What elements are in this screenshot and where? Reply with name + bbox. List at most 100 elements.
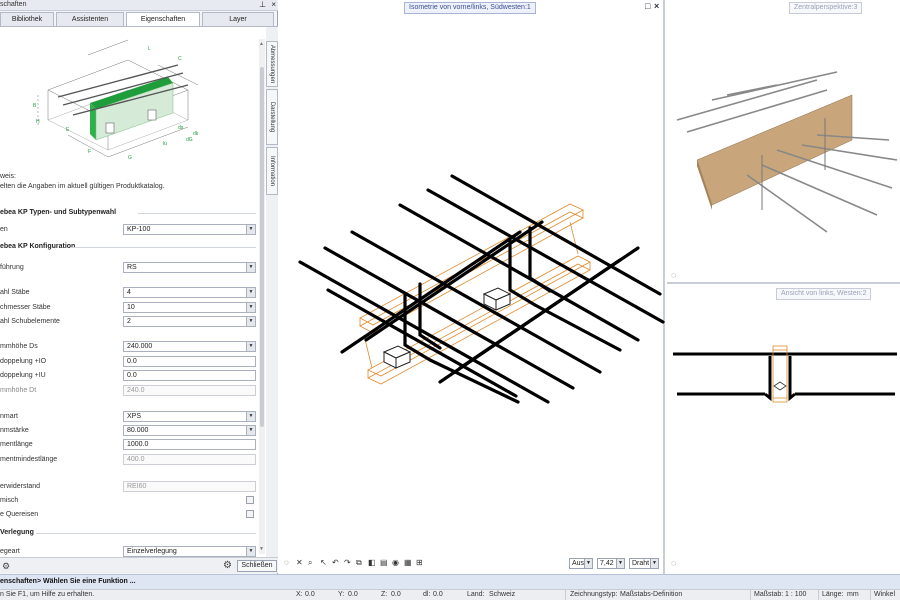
scroll-down-icon[interactable]: ▼ xyxy=(259,546,264,552)
close-icon[interactable]: × xyxy=(654,1,659,11)
dammisch-checkbox[interactable] xyxy=(246,496,254,504)
durchmesser-value: 10 xyxy=(127,304,135,311)
product-preview-image: A B C dk dG E F G H L lü ds xyxy=(33,39,199,161)
dammhoehe-dt-label: mmhöhe Dt xyxy=(0,387,37,394)
side-tab-label: Abmessungen xyxy=(269,44,275,84)
perspective-drawing[interactable] xyxy=(667,0,900,284)
dammhoehe-dt-input: 240.0 xyxy=(123,385,256,396)
mindestlaenge-input: 400.0 xyxy=(123,454,256,465)
elementlaenge-input[interactable]: 1000.0 xyxy=(123,439,256,450)
close-button[interactable]: Schließen xyxy=(237,560,277,572)
verlegeart-select[interactable]: Einzelverlegung ▼ xyxy=(123,546,256,557)
status-y-label: Y: xyxy=(338,591,345,598)
side-tab-darstellung[interactable]: Darstellung xyxy=(266,89,278,145)
preview-label: dG xyxy=(186,137,193,143)
verlegeart-label: egeart xyxy=(0,548,20,555)
tab-assistenten[interactable]: Assistenten xyxy=(56,12,124,26)
tab-layer[interactable]: Layer xyxy=(202,12,274,26)
preview-label: G xyxy=(128,155,132,161)
properties-scrollbar[interactable]: ▲ ▼ xyxy=(259,39,265,554)
schubelemente-label: ahl Schubelemente xyxy=(0,318,60,325)
doppelung-io-input[interactable]: 0.0 xyxy=(123,356,256,367)
dammart-select[interactable]: XPS ▼ xyxy=(123,411,256,422)
status-scale-label: Maßstab: xyxy=(754,591,784,598)
status-dl-value: 0.0 xyxy=(433,591,443,598)
ausfuehrung-label: führung xyxy=(0,264,24,271)
dammhoehe-ds-select[interactable]: 240.000 ▼ xyxy=(123,341,256,352)
feuerwiderstand-input: REI60 xyxy=(123,481,256,492)
dammstaerke-select[interactable]: 80.000 ▼ xyxy=(123,425,256,436)
view-cube-icon[interactable]: ◧ xyxy=(368,558,376,567)
status-length-value[interactable]: mm xyxy=(847,591,859,598)
navigate-icon[interactable]: ◌ xyxy=(671,558,676,568)
copy-view-icon[interactable]: ⧉ xyxy=(356,558,362,568)
preview-label: lü xyxy=(163,141,167,147)
status-separator xyxy=(870,590,871,600)
type-select[interactable]: KP-100 ▼ xyxy=(123,224,256,235)
panel-title-bar: schaften ⊥ × xyxy=(0,0,278,11)
render-mode-dropdown[interactable]: Draht ▼ xyxy=(629,558,659,569)
zoom-icon[interactable]: ⌕ xyxy=(308,558,312,568)
ausfuehrung-select[interactable]: RS ▼ xyxy=(123,262,256,273)
render-icon[interactable]: ◉ xyxy=(392,558,399,567)
viewport-title: Ansicht von links, Westen:2 xyxy=(776,288,872,300)
redo-view-icon[interactable]: ↷ xyxy=(344,558,351,567)
command-bar: enschaften> Wählen Sie eine Funktion ... xyxy=(0,574,900,589)
grid-icon[interactable]: ⊞ xyxy=(416,558,423,567)
gear-icon[interactable]: ⚙ xyxy=(223,560,232,571)
status-help: n Sie F1, um Hilfe zu erhalten. xyxy=(0,591,95,598)
doppelung-iu-input[interactable]: 0.0 xyxy=(123,370,256,381)
status-length-label: Länge: xyxy=(822,591,844,598)
isometric-viewport[interactable]: Isometrie von vorne/links, Südwesten:1 □… xyxy=(280,0,665,574)
anzahl-staebe-select[interactable]: 4 ▼ xyxy=(123,287,256,298)
fit-icon[interactable]: ✕ xyxy=(296,558,303,567)
durchmesser-select[interactable]: 10 ▼ xyxy=(123,302,256,313)
scrollbar-thumb[interactable] xyxy=(260,67,264,427)
chevron-down-icon: ▼ xyxy=(246,317,255,326)
schubelemente-select[interactable]: 2 ▼ xyxy=(123,316,256,327)
status-scale-value[interactable]: 1 : 100 xyxy=(785,591,806,598)
pin-icon[interactable]: ⊥ xyxy=(259,0,266,9)
tab-bibliothek[interactable]: Bibliothek xyxy=(0,12,54,26)
preview-label: B xyxy=(33,103,37,109)
section-icon[interactable]: ▦ xyxy=(404,558,412,567)
pointer-icon[interactable]: ↖ xyxy=(320,558,327,567)
status-drawing-type-value[interactable]: Maßstabs-Definition xyxy=(620,591,682,598)
navigate-icon[interactable]: ◌ xyxy=(671,270,676,280)
mindestlaenge-label: mentmindestlänge xyxy=(0,456,58,463)
preview-label: H xyxy=(36,119,40,125)
side-tab-label: Information xyxy=(269,155,275,187)
feuerwiderstand-label: erwiderstand xyxy=(0,483,41,490)
settings-tool-icon[interactable]: ⚙ xyxy=(2,561,10,572)
render-mode-value: Draht xyxy=(632,560,650,567)
hint-title: weis: xyxy=(0,173,16,180)
isometric-drawing[interactable] xyxy=(280,0,665,574)
status-separator xyxy=(818,590,819,600)
durchmesser-label: chmesser Stäbe xyxy=(0,304,51,311)
navigate-icon[interactable]: ◌ xyxy=(284,558,289,567)
properties-content: A B C dk dG E F G H L lü ds weis: elten … xyxy=(0,27,266,557)
elementlaenge-label: mentlänge xyxy=(0,441,33,448)
zoom-scale-dropdown[interactable]: 7,42 ▼ xyxy=(597,558,625,569)
wire-icon[interactable]: ▤ xyxy=(380,558,388,567)
maximize-icon[interactable]: □ xyxy=(645,1,650,11)
tab-eigenschaften[interactable]: Eigenschaften xyxy=(126,12,200,27)
panel-tabs: Bibliothek Assistenten Eigenschaften Lay… xyxy=(0,12,278,27)
side-tab-abmessungen[interactable]: Abmessungen xyxy=(266,41,278,87)
undo-view-icon[interactable]: ↶ xyxy=(332,558,339,567)
quereisen-checkbox[interactable] xyxy=(246,510,254,518)
close-icon[interactable]: × xyxy=(271,0,276,9)
display-mode-dropdown[interactable]: Aus ▼ xyxy=(569,558,593,569)
side-viewport[interactable]: Ansicht von links, Westen:2 ◌ xyxy=(667,286,900,574)
chevron-down-icon: ▼ xyxy=(246,547,255,556)
scroll-up-icon[interactable]: ▲ xyxy=(259,41,264,47)
side-tab-label: Darstellung xyxy=(269,101,275,133)
chevron-down-icon: ▼ xyxy=(616,559,624,568)
perspective-viewport[interactable]: Zentralperspektive:3 ◌ xyxy=(667,0,900,284)
status-y-value: 0.0 xyxy=(348,591,358,598)
status-x-label: X: xyxy=(296,591,303,598)
side-view-drawing[interactable] xyxy=(667,286,900,574)
chevron-down-icon: ▼ xyxy=(246,426,255,435)
side-tab-information[interactable]: Information xyxy=(266,147,278,195)
status-land-label: Land: xyxy=(467,591,485,598)
